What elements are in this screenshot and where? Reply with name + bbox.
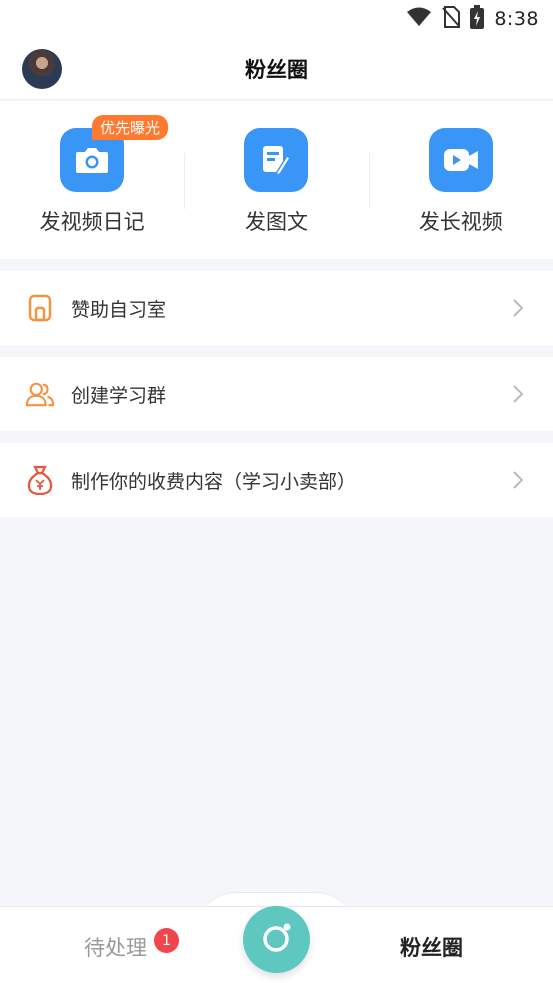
battery-icon (470, 5, 485, 33)
record-button[interactable] (243, 906, 310, 973)
priority-exposure-badge: 优先曝光 (92, 115, 169, 140)
page-title: 粉丝圈 (245, 57, 308, 82)
edit-note-icon (244, 128, 309, 192)
post-video-diary-button[interactable]: 发视频日记 优先曝光 (0, 101, 184, 259)
chevron-right-icon (513, 471, 524, 493)
tab-fans-circle[interactable]: 粉丝圈 (400, 932, 463, 962)
group-icon (26, 380, 54, 408)
menu-item-sponsor-study-room[interactable]: 赞助自习室 (0, 271, 553, 345)
avatar[interactable] (22, 49, 62, 89)
header: 粉丝圈 (0, 38, 553, 100)
video-camera-icon (428, 128, 493, 192)
post-options-panel: 发视频日记 优先曝光 发图文 发长视频 (0, 101, 553, 259)
status-time: 8:38 (494, 8, 539, 30)
menu-item-label: 创建学习群 (71, 384, 167, 407)
post-long-video-button[interactable]: 发长视频 (369, 101, 553, 259)
post-image-text-button[interactable]: 发图文 (184, 101, 368, 259)
money-bag-icon (26, 465, 54, 495)
status-bar: 8:38 (0, 0, 553, 38)
menu-item-paid-content[interactable]: 制作你的收费内容（学习小卖部） (0, 443, 553, 517)
study-room-icon (26, 294, 54, 322)
no-sim-icon (442, 6, 461, 32)
chevron-right-icon (513, 299, 524, 321)
menu-item-label: 赞助自习室 (71, 298, 167, 321)
menu-item-label: 制作你的收费内容（学习小卖部） (71, 470, 357, 493)
chevron-right-icon (513, 385, 524, 407)
post-image-text-label: 发图文 (244, 210, 308, 234)
post-long-video-label: 发长视频 (418, 210, 503, 234)
record-icon (260, 921, 294, 959)
pending-count-badge: 1 (154, 928, 179, 953)
post-video-diary-label: 发视频日记 (39, 210, 145, 234)
tab-pending[interactable]: 待处理 (84, 932, 147, 962)
menu-item-create-study-group[interactable]: 创建学习群 (0, 357, 553, 431)
wifi-icon (406, 7, 432, 31)
